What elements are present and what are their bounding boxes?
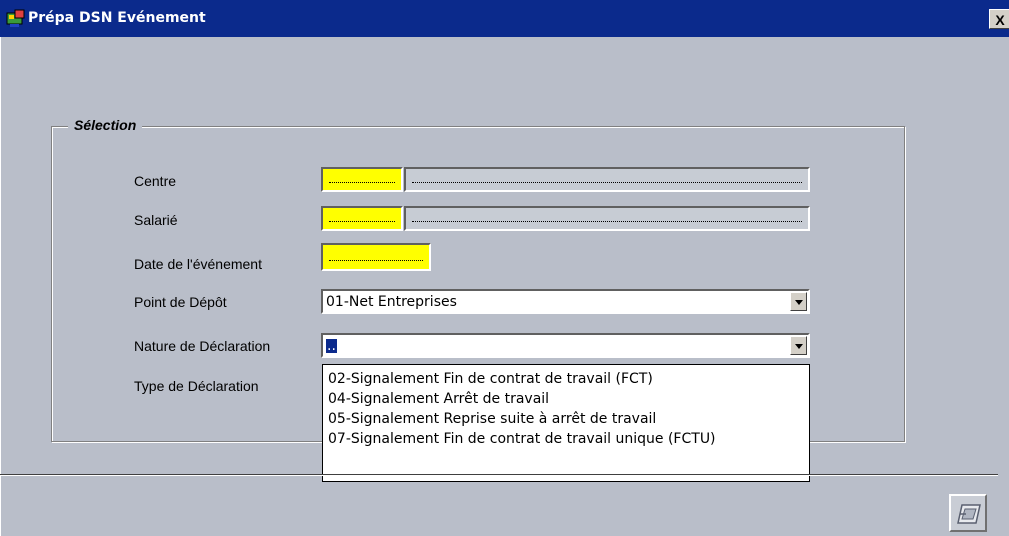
app-icon <box>6 8 26 28</box>
dropdown-option[interactable]: 04-Signalement Arrêt de travail <box>323 389 809 409</box>
nature-select[interactable]: .. <box>321 333 810 358</box>
nature-value: .. <box>326 338 337 354</box>
window-action-icon <box>957 504 981 524</box>
footer-separator <box>0 474 998 476</box>
salarie-name-field <box>404 206 810 231</box>
point-depot-value: 01-Net Entreprises <box>326 294 457 310</box>
point-depot-select[interactable]: 01-Net Entreprises <box>321 289 810 314</box>
chevron-down-icon[interactable] <box>790 292 807 311</box>
dropdown-option[interactable]: 02-Signalement Fin de contrat de travail… <box>323 369 809 389</box>
title-bar: Prépa DSN Evénement X <box>0 0 1009 37</box>
salarie-code-input[interactable] <box>321 206 403 231</box>
dropdown-option[interactable]: 05-Signalement Reprise suite à arrêt de … <box>323 409 809 429</box>
window-border <box>0 37 5 536</box>
chevron-down-icon[interactable] <box>790 336 807 355</box>
close-icon[interactable]: X <box>989 9 1009 29</box>
window-action-button[interactable] <box>949 494 987 532</box>
date-label: Date de l'événement <box>134 256 262 272</box>
centre-label: Centre <box>134 173 177 189</box>
nature-label: Nature de Déclaration <box>134 338 271 354</box>
centre-code-input[interactable] <box>321 167 403 192</box>
dropdown-option[interactable]: 07-Signalement Fin de contrat de travail… <box>323 429 809 449</box>
nature-dropdown-list[interactable]: 02-Signalement Fin de contrat de travail… <box>322 364 810 482</box>
salarie-label: Salarié <box>134 212 178 228</box>
selection-legend: Sélection <box>68 117 143 133</box>
point-depot-label: Point de Dépôt <box>134 294 227 310</box>
centre-name-field <box>404 167 810 192</box>
window-title: Prépa DSN Evénement <box>28 10 206 26</box>
type-label: Type de Déclaration <box>134 378 259 394</box>
date-input[interactable] <box>321 243 431 271</box>
